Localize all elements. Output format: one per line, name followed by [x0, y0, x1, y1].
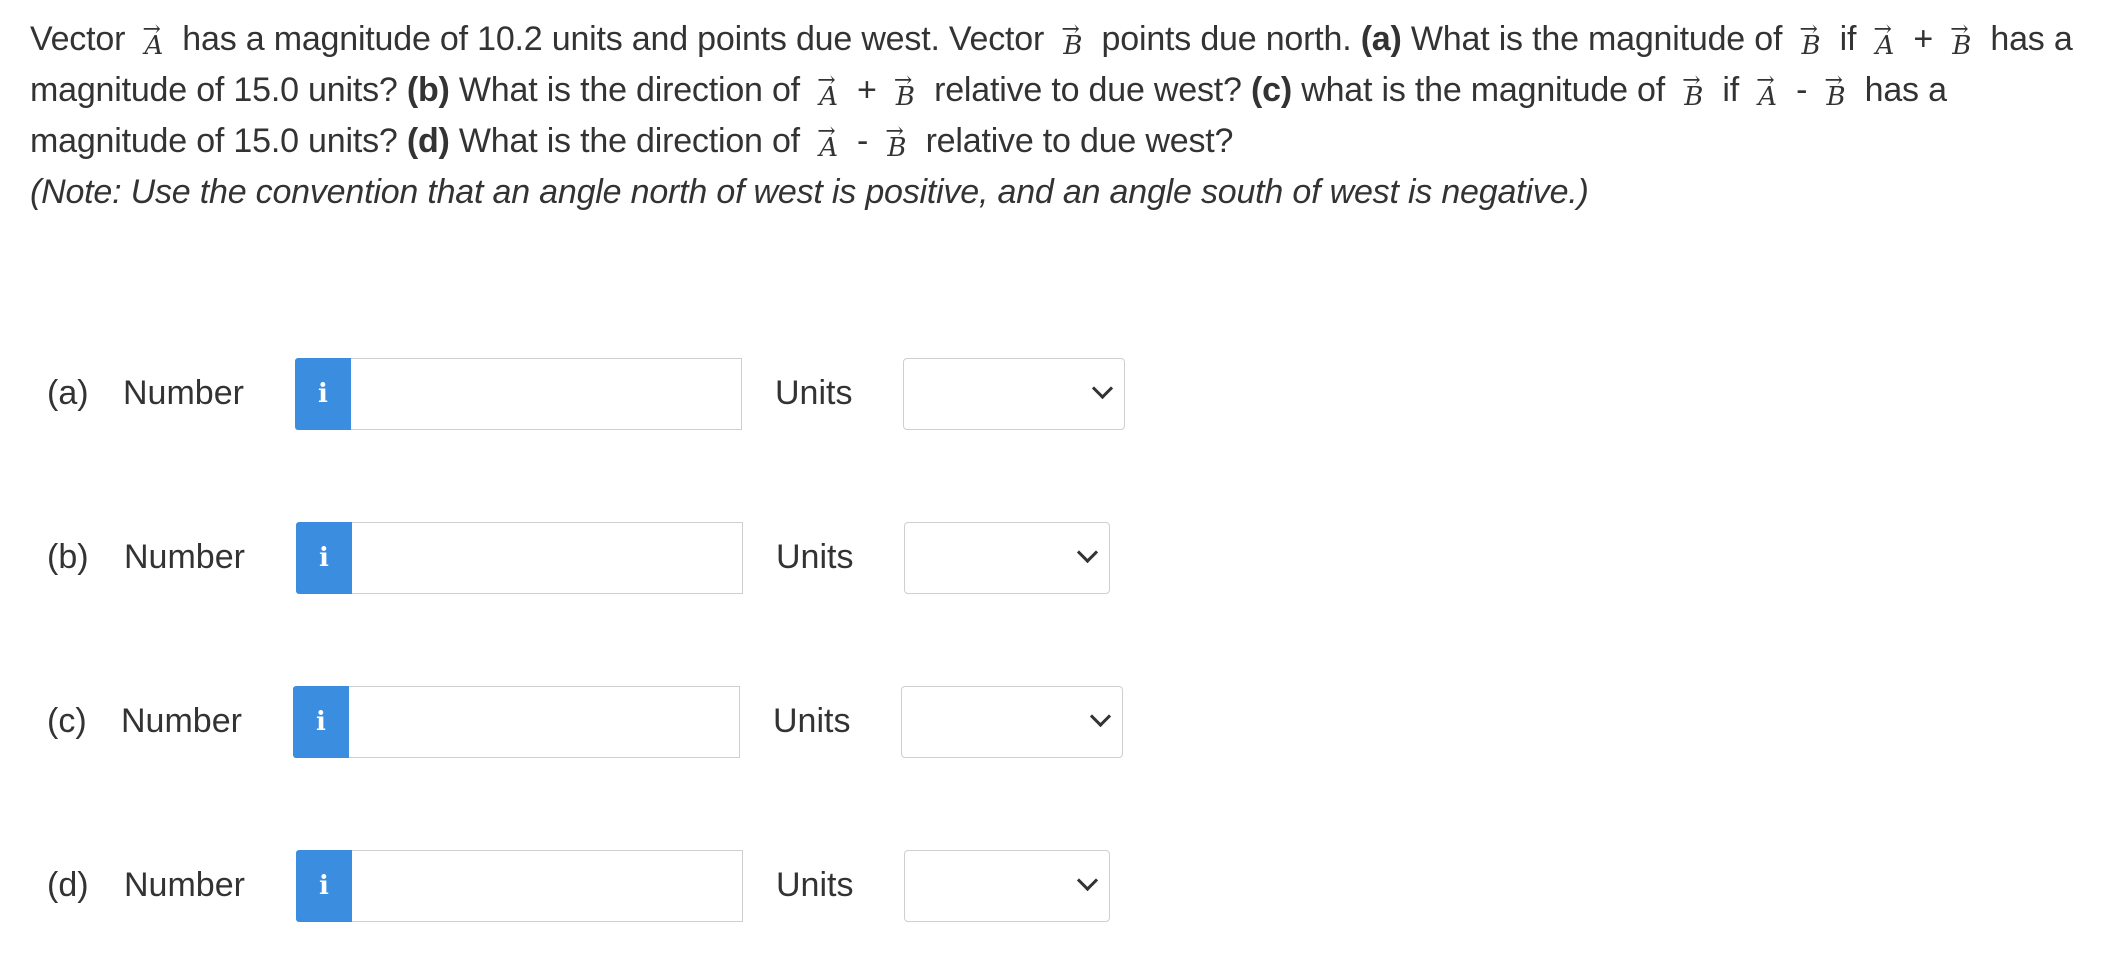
answer-part-label: (c) [47, 702, 87, 740]
chevron-down-icon [1089, 705, 1112, 728]
vector-arrow-icon: → [1061, 17, 1080, 42]
answer-row-d: (d) Number i Units [47, 850, 1137, 924]
answer-row-b: (b) Number i Units [47, 522, 1137, 596]
vector-arrow-icon: → [1950, 17, 1969, 42]
answer-part-label: (d) [47, 866, 89, 904]
part-c-label: (c) [1251, 71, 1292, 109]
vector-arrow-icon: → [1873, 17, 1892, 42]
part-b-label: (b) [406, 71, 450, 109]
info-icon[interactable]: i [296, 522, 352, 594]
number-input[interactable] [349, 686, 740, 758]
units-label: Units [773, 702, 851, 740]
info-icon[interactable]: i [293, 686, 349, 758]
part-d-label: (d) [406, 122, 450, 160]
vector-b-symbol: → B [885, 121, 906, 162]
vector-b-symbol: → B [1682, 70, 1703, 111]
vector-b-symbol: → B [1950, 19, 1971, 60]
units-label: Units [776, 538, 854, 576]
question-text-segment: What is the direction of [458, 71, 800, 109]
vector-b-symbol: → B [1799, 19, 1820, 60]
minus-operator: - [1796, 71, 1808, 109]
vector-arrow-icon: → [1682, 68, 1701, 93]
vector-arrow-icon: → [893, 68, 913, 93]
vector-b-symbol: → B [1824, 70, 1845, 111]
answer-row-a: (a) Number i Units [47, 358, 1137, 432]
vector-a-symbol: → A [1756, 70, 1777, 111]
plus-operator: + [857, 71, 877, 109]
answer-part-label: (a) [47, 374, 89, 412]
vector-b-symbol: → B [1061, 19, 1082, 60]
units-dropdown[interactable] [901, 686, 1123, 758]
chevron-down-icon [1076, 541, 1099, 564]
vector-a-symbol: → A [817, 121, 838, 162]
number-input[interactable] [352, 850, 743, 922]
number-input[interactable] [352, 522, 743, 594]
vector-arrow-icon: → [1756, 68, 1775, 93]
question-text-segment: if [1722, 71, 1740, 109]
question-text-segment: what is the magnitude of [1301, 71, 1665, 109]
units-dropdown[interactable] [904, 850, 1110, 922]
question-text-segment: What is the magnitude of [1410, 20, 1783, 58]
units-dropdown[interactable] [904, 522, 1110, 594]
number-label: Number [123, 374, 244, 412]
answer-row-c: (c) Number i Units [47, 686, 1137, 760]
number-label: Number [124, 538, 245, 576]
vector-arrow-icon: → [1824, 68, 1843, 93]
number-label: Number [124, 866, 245, 904]
question-text-segment: relative to due west? [925, 122, 1234, 160]
part-a-label: (a) [1360, 20, 1402, 58]
plus-operator: + [1913, 20, 1933, 58]
number-input[interactable] [351, 358, 742, 430]
number-label: Number [121, 702, 242, 740]
vector-a-symbol: → A [1873, 19, 1894, 60]
question-text-segment: relative to due west? [934, 71, 1242, 109]
vector-arrow-icon: → [817, 119, 836, 144]
vector-arrow-icon: → [142, 17, 161, 42]
info-icon[interactable]: i [296, 850, 352, 922]
chevron-down-icon [1091, 377, 1114, 400]
vector-arrow-icon: → [817, 68, 836, 93]
units-label: Units [775, 374, 853, 412]
question-text-segment: Vector [30, 20, 126, 58]
chevron-down-icon [1076, 869, 1099, 892]
minus-operator: - [857, 122, 869, 160]
question-text-segment: has a magnitude of 10.2 units and points… [182, 20, 1045, 58]
vector-a-symbol: → A [817, 70, 838, 111]
info-icon[interactable]: i [295, 358, 351, 430]
vector-arrow-icon: → [1799, 17, 1818, 42]
question-text-segment: points due north. [1101, 20, 1352, 58]
units-dropdown[interactable] [903, 358, 1125, 430]
vector-a-symbol: → A [142, 19, 163, 60]
sign-convention-note: (Note: Use the convention that an angle … [30, 173, 1589, 211]
vector-b-symbol: → B [894, 70, 915, 111]
vector-arrow-icon: → [885, 119, 904, 144]
units-label: Units [776, 866, 854, 904]
question-text: Vector → A has a magnitude of 10.2 units … [30, 14, 2090, 218]
question-text-segment: What is the direction of [458, 122, 800, 160]
answer-part-label: (b) [47, 538, 89, 576]
question-text-segment: if [1839, 20, 1857, 58]
